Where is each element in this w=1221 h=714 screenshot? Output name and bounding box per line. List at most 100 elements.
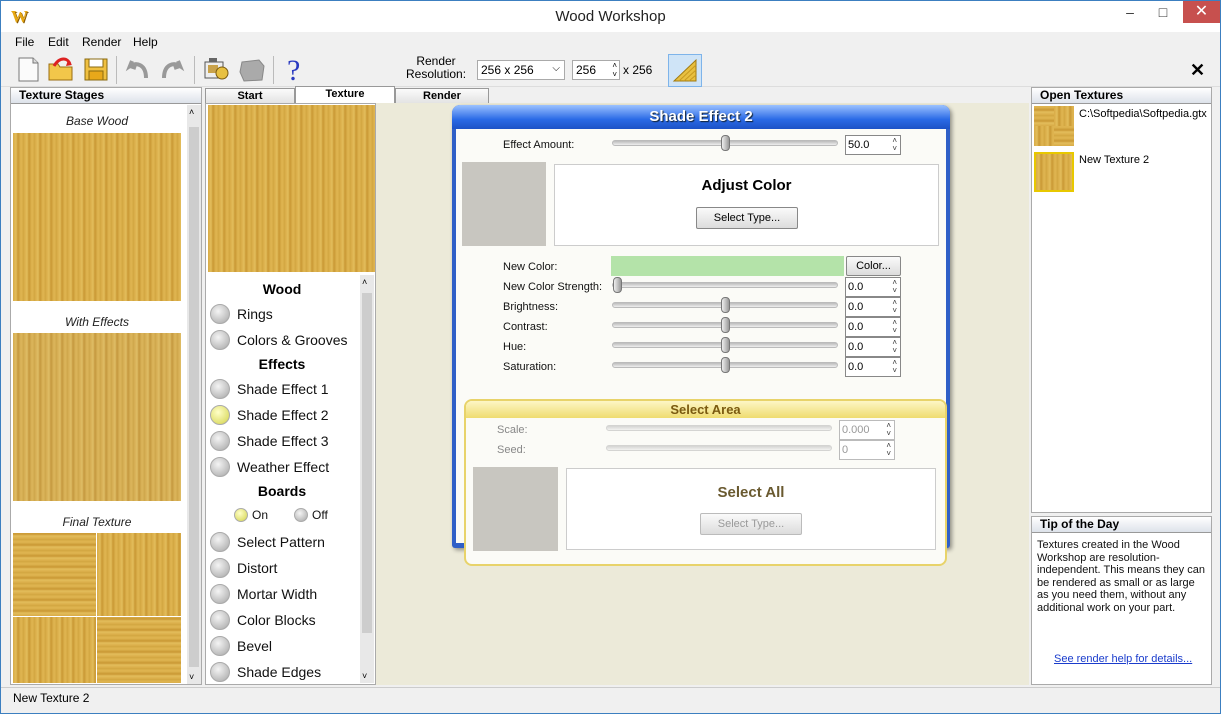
option-shade-effect-1[interactable]: Shade Effect 1 [210,379,358,401]
option-shade-edges[interactable]: Shade Edges [210,662,358,684]
select-type-button[interactable]: Select Type... [696,207,798,229]
select-area-type-button[interactable]: Select Type... [700,513,802,535]
spinner-arrows-icon[interactable]: ˄ ˅ [886,422,891,438]
field-label: New Color Strength: [503,281,603,293]
color-button[interactable]: Color... [846,256,901,276]
boards-on-radio[interactable]: On [234,506,274,528]
stamp-icon[interactable] [237,54,267,84]
select-area-title: Select Area [466,401,945,418]
option-colors-grooves[interactable]: Colors & Grooves [210,330,358,352]
chevron-down-icon: ⌵ [552,63,560,74]
effect-amount-input[interactable]: 50.0 ˄ ˅ [845,135,901,155]
scale-input[interactable]: 0.000 ˄ ˅ [839,420,895,440]
tab-render[interactable]: Render [395,88,489,104]
tab-texture[interactable]: Texture [295,86,395,103]
seed-slider[interactable] [606,445,832,451]
menu-bar: File Edit Render Help [1,32,1220,52]
close-texture-icon[interactable]: ✕ [1190,60,1205,81]
field-label: Hue: [503,341,527,353]
texture-stages-title: Texture Stages [11,88,201,104]
render-help-link[interactable]: See render help for details... [1054,653,1192,665]
resolution-select-value: 256 x 256 [481,63,534,77]
minimize-button[interactable]: – [1117,1,1143,23]
maximize-button[interactable]: □ [1143,1,1183,23]
spinner-arrows-icon[interactable]: ˄ ˅ [892,299,897,315]
field-label: Saturation: [503,361,557,373]
new-color-label: New Color: [503,261,558,273]
option-shade-effect-3[interactable]: Shade Effect 3 [210,431,358,453]
option-shade-effect-2[interactable]: Shade Effect 2 [210,405,358,427]
texture-preview [208,105,375,272]
field-input[interactable]: 0.0 ˄ ˅ [845,357,901,377]
options-scrollbar[interactable]: ˄ ˅ [360,275,374,683]
open-icon[interactable] [46,54,76,84]
new-icon[interactable] [13,54,43,84]
spinner-arrows-icon[interactable]: ˄ ˅ [892,319,897,335]
stage-label-with-effects: With Effects [65,315,129,329]
field-input[interactable]: 0.0 ˄ ˅ [845,317,901,337]
scale-slider[interactable] [606,425,832,431]
spinner-arrows-icon[interactable]: ˄ ˅ [886,442,891,458]
spinner-arrows-icon[interactable]: ˄ ˅ [892,279,897,295]
help-icon[interactable]: ? [280,54,310,87]
texture-item[interactable]: New Texture 2 [1034,152,1210,196]
option-bevel[interactable]: Bevel [210,636,358,658]
spinner-arrows-icon[interactable]: ˄ ˅ [892,137,897,153]
redo-icon[interactable] [158,54,188,84]
field-slider[interactable] [612,317,838,333]
new-color-swatch[interactable] [611,256,844,276]
seed-input[interactable]: 0 ˄ ˅ [839,440,895,460]
field-slider[interactable] [612,277,838,293]
spinner-arrows-icon[interactable]: ˄ ˅ [892,359,897,375]
render-resolution-label: Render Resolution: [406,54,467,81]
options-list: Wood Rings Colors & Grooves Effects Shad… [206,275,375,685]
title-bar: W Wood Workshop – □ ✕ [1,1,1220,32]
menu-render[interactable]: Render [82,35,121,49]
texture-stages-panel: Texture Stages Base Wood With Effects Fi… [10,87,202,685]
option-color-blocks[interactable]: Color Blocks [210,610,358,632]
option-mortar-width[interactable]: Mortar Width [210,584,358,606]
shade-effect-dialog: Shade Effect 2 Effect Amount: 50.0 ˄ ˅ Adj… [452,105,950,566]
select-area-group: Select Area Scale: 0.000 ˄ ˅ Seed: 0 ˄ ˅ Sel… [464,399,947,566]
with-effects-preview[interactable] [13,333,181,501]
render-button[interactable] [668,54,702,87]
field-slider[interactable] [612,357,838,373]
tab-start[interactable]: Start [205,88,295,104]
option-weather-effect[interactable]: Weather Effect [210,457,358,479]
render-preview-icon[interactable] [201,54,231,84]
slider-thumb[interactable] [721,317,730,333]
menu-edit[interactable]: Edit [48,35,69,49]
spinner-arrows-icon[interactable]: ˄ ˅ [612,61,617,79]
close-window-button[interactable]: ✕ [1183,1,1220,23]
stages-scrollbar[interactable]: ˄ ˅ [187,105,201,684]
menu-help[interactable]: Help [133,35,158,49]
option-select-pattern[interactable]: Select Pattern [210,532,358,554]
undo-icon[interactable] [122,54,152,84]
base-wood-preview[interactable] [13,133,181,301]
slider-thumb[interactable] [721,357,730,373]
slider-thumb[interactable] [721,337,730,353]
texture-item[interactable]: C:\Softpedia\Softpedia.gtx [1034,106,1210,150]
slider-thumb[interactable] [613,277,622,293]
resolution-spinner[interactable]: 256 ˄ ˅ [572,60,620,80]
resolution-select[interactable]: 256 x 256 ⌵ [477,60,565,80]
toolbar: ? Render Resolution: 256 x 256 ⌵ 256 ˄ ˅ … [1,52,1220,87]
dialog-body: Effect Amount: 50.0 ˄ ˅ Adjust Color Selec… [456,129,947,566]
slider-thumb[interactable] [721,297,730,313]
slider-thumb[interactable] [721,135,730,151]
field-input[interactable]: 0.0 ˄ ˅ [845,277,901,297]
option-rings[interactable]: Rings [210,304,358,326]
texture-thumbnail [1034,106,1074,146]
stage-label-final-texture: Final Texture [62,515,132,529]
field-input[interactable]: 0.0 ˄ ˅ [845,337,901,357]
field-slider[interactable] [612,297,838,313]
menu-file[interactable]: File [15,35,34,49]
final-texture-preview[interactable] [13,533,181,683]
option-distort[interactable]: Distort [210,558,358,580]
boards-off-radio[interactable]: Off [294,506,334,528]
spinner-arrows-icon[interactable]: ˄ ˅ [892,339,897,355]
save-icon[interactable] [81,54,111,84]
effect-amount-slider[interactable] [612,135,838,151]
field-slider[interactable] [612,337,838,353]
field-input[interactable]: 0.0 ˄ ˅ [845,297,901,317]
